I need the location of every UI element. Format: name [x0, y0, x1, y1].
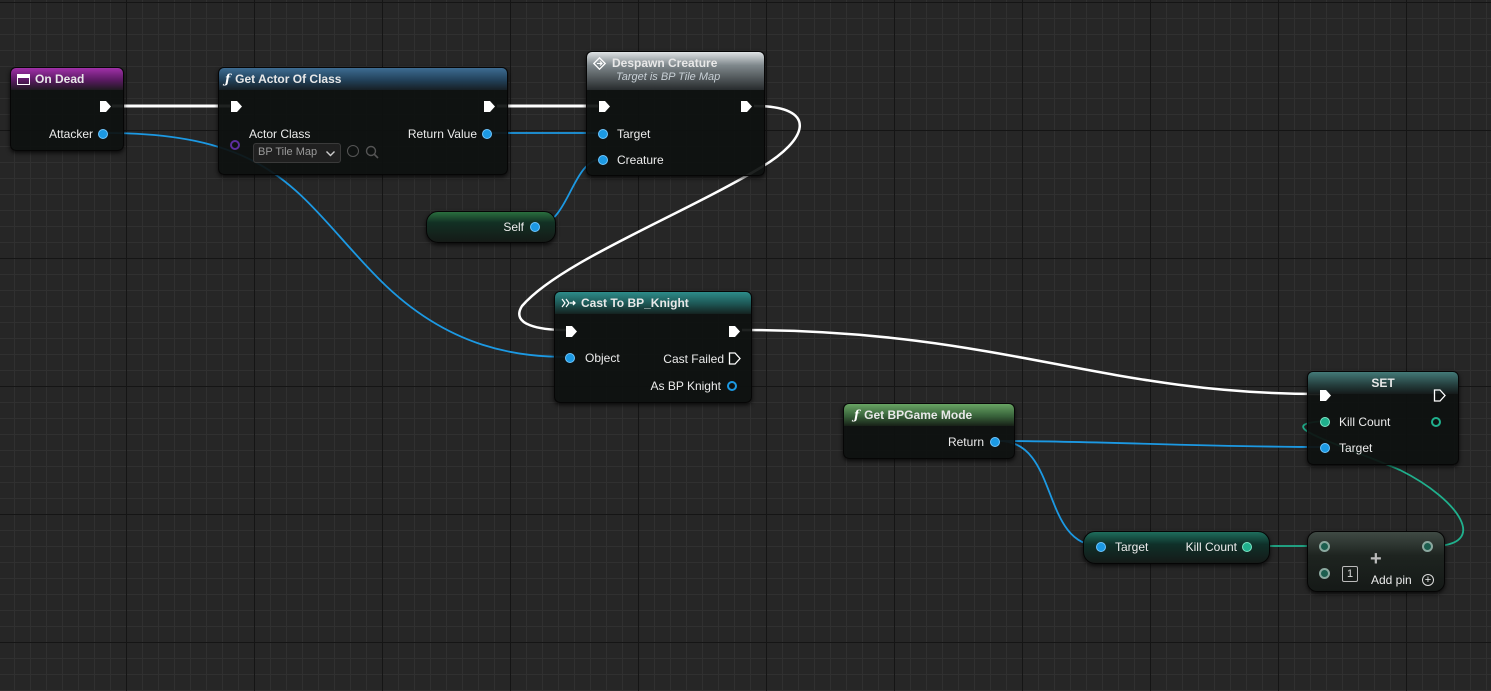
on-dead-event-node[interactable]: On Dead Attacker: [10, 67, 124, 151]
attacker-label: Attacker: [48, 127, 93, 141]
self-reference-node[interactable]: Self: [426, 211, 556, 243]
self-label: Self: [503, 220, 524, 234]
plus-circle-icon[interactable]: +: [1422, 574, 1434, 586]
exec-out-pin[interactable]: [740, 100, 753, 113]
arrow-left-circle-icon[interactable]: [347, 145, 359, 157]
actor-class-label: Actor Class: [249, 127, 311, 141]
node-header: On Dead: [11, 68, 123, 90]
kill-count-out-pin[interactable]: [1242, 542, 1252, 552]
operand-a-pin[interactable]: [1319, 541, 1330, 552]
node-header: ƒ Get BPGame Mode: [844, 404, 1014, 426]
diamond-exec-icon: [593, 56, 606, 70]
node-subtitle: Target is BP Tile Map: [616, 71, 721, 83]
creature-label: Creature: [617, 153, 664, 167]
node-title: Cast To BP_Knight: [581, 296, 689, 310]
add-integer-node[interactable]: + 1 Add pin +: [1307, 531, 1445, 592]
node-title: SET: [1371, 376, 1395, 390]
target-pin[interactable]: [598, 129, 608, 139]
target-label: Target: [617, 127, 651, 141]
exec-out-pin[interactable]: [483, 100, 496, 113]
cast-arrow-icon: [561, 298, 576, 308]
return-label: Return: [947, 435, 984, 449]
despawn-creature-node[interactable]: Despawn Creature Target is BP Tile Map T…: [586, 51, 765, 176]
target-pin[interactable]: [1096, 542, 1106, 552]
object-pin[interactable]: [565, 353, 575, 363]
result-pin[interactable]: [1422, 541, 1433, 552]
self-pin[interactable]: [530, 222, 540, 232]
exec-in-pin[interactable]: [565, 325, 578, 338]
as-bp-knight-pin[interactable]: [727, 381, 737, 391]
cast-to-bp-knight-node[interactable]: Cast To BP_Knight Object Cast Failed As …: [554, 291, 752, 403]
exec-out-pin[interactable]: [1433, 389, 1446, 402]
get-kill-count-node[interactable]: Target Kill Count: [1083, 531, 1270, 564]
node-title: Despawn Creature: [612, 56, 718, 70]
object-wire-gamemode-gettarget: [998, 440, 1101, 547]
kill-count-label: Kill Count: [1185, 540, 1237, 554]
exec-in-pin[interactable]: [598, 100, 611, 113]
cast-failed-exec-pin[interactable]: [728, 352, 741, 365]
exec-wire-cast-set: [741, 328, 1321, 396]
exec-in-pin[interactable]: [230, 100, 243, 113]
node-header: Cast To BP_Knight: [555, 292, 751, 314]
node-header: Despawn Creature Target is BP Tile Map: [587, 52, 764, 90]
search-icon[interactable]: [365, 145, 379, 159]
return-value-label: Return Value: [407, 127, 477, 141]
function-icon: ƒ: [225, 72, 231, 86]
function-icon: ƒ: [854, 408, 860, 422]
add-pin-label[interactable]: Add pin: [1371, 573, 1412, 587]
kill-count-in-pin[interactable]: [1320, 417, 1330, 427]
node-title: Get BPGame Mode: [864, 408, 973, 422]
target-label: Target: [1115, 540, 1149, 554]
node-title: Get Actor Of Class: [235, 72, 342, 86]
kill-count-out-pin[interactable]: [1431, 417, 1441, 427]
node-title: On Dead: [35, 72, 85, 86]
target-pin[interactable]: [1320, 443, 1330, 453]
exec-out-pin[interactable]: [99, 100, 112, 113]
get-actor-of-class-node[interactable]: ƒ Get Actor Of Class Actor Class Return …: [218, 67, 508, 175]
actor-class-pin[interactable]: [230, 140, 240, 150]
operand-b-value[interactable]: 1: [1342, 566, 1358, 582]
object-label: Object: [585, 351, 620, 365]
target-label: Target: [1339, 441, 1373, 455]
actor-class-value: BP Tile Map: [258, 146, 318, 158]
event-icon: [17, 73, 30, 85]
as-bp-knight-label: As BP Knight: [650, 379, 722, 393]
node-header: ƒ Get Actor Of Class: [219, 68, 507, 90]
exec-in-pin[interactable]: [1319, 389, 1332, 402]
actor-class-dropdown[interactable]: BP Tile Map: [253, 143, 341, 163]
operand-b-pin[interactable]: [1319, 568, 1330, 579]
chevron-down-icon: [326, 151, 335, 157]
add-operator-label: +: [1370, 548, 1382, 570]
return-pin[interactable]: [990, 437, 1000, 447]
attacker-pin[interactable]: [98, 129, 108, 139]
return-value-pin[interactable]: [482, 129, 492, 139]
cast-failed-label: Cast Failed: [663, 352, 724, 366]
object-wire-gamemode-settarget: [998, 440, 1325, 448]
exec-out-pin[interactable]: [728, 325, 741, 338]
get-bpgame-mode-node[interactable]: ƒ Get BPGame Mode Return: [843, 403, 1015, 459]
creature-pin[interactable]: [598, 155, 608, 165]
set-kill-count-node[interactable]: SET Kill Count Target: [1307, 371, 1459, 465]
kill-count-label: Kill Count: [1339, 415, 1391, 429]
